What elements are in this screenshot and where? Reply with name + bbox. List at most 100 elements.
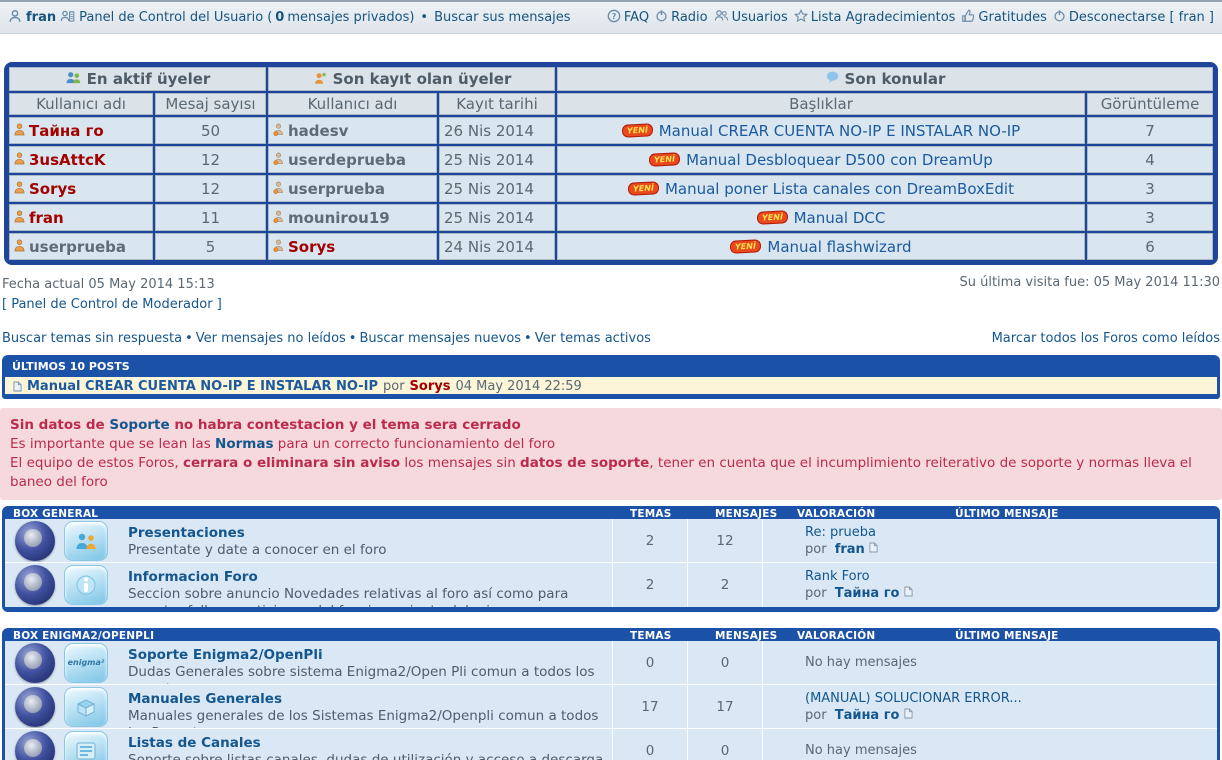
message-count: 11: [155, 204, 266, 231]
forum-status-icon: [64, 687, 108, 727]
search-unanswered-link[interactable]: Buscar temas sin respuesta: [2, 331, 182, 346]
forum-orb-icon: [15, 521, 55, 561]
goto-last-post-icon[interactable]: [869, 541, 878, 558]
col-label-valoracion: VALORACIÓN: [797, 508, 875, 519]
separator-bullet: •: [418, 10, 430, 25]
forum-status-icon: enigma²: [64, 643, 108, 683]
logout-link[interactable]: Desconectarse [ fran ]: [1053, 9, 1214, 26]
soporte-link[interactable]: Soporte: [109, 417, 169, 433]
topic-link[interactable]: Manual CREAR CUENTA NO-IP E INSTALAR NO-…: [659, 122, 1021, 140]
forum-description: Seccion sobre anuncio Novedades relativa…: [128, 586, 604, 607]
member-icon: [14, 151, 25, 169]
normas-link[interactable]: Normas: [215, 436, 273, 452]
faq-link[interactable]: ? FAQ: [607, 9, 649, 27]
forum-link[interactable]: Presentaciones: [128, 525, 245, 541]
top-navigation-bar: fran Panel de Control del Usuario (0 men…: [0, 0, 1222, 34]
new-members-group-header: Son kayıt olan üyeler: [268, 67, 555, 91]
forum-topic-count: 0: [612, 641, 687, 684]
topic-link[interactable]: Manual poner Lista canales con DreamBoxE…: [665, 180, 1014, 198]
new-username-link[interactable]: Sorys: [288, 238, 335, 256]
active-username-link[interactable]: Sorys: [29, 180, 76, 198]
goto-last-post-icon[interactable]: [904, 585, 913, 602]
new-user-cell: userdeprueba: [268, 146, 437, 173]
last-post-author-link[interactable]: Тайна го: [835, 708, 900, 723]
radio-link[interactable]: Radio: [655, 9, 708, 26]
forum-topic-count: 17: [612, 685, 687, 728]
users-icon: [714, 9, 729, 26]
topic-link[interactable]: Manual flashwizard: [767, 238, 911, 256]
latest-posts-box: ÚLTIMOS 10 POSTS Manual CREAR CUENTA NO-…: [2, 355, 1220, 399]
new-username-link[interactable]: hadesv: [288, 122, 348, 140]
active-username-link[interactable]: Тайна го: [29, 122, 104, 140]
faq-icon: ?: [607, 9, 621, 27]
message-count: 12: [155, 146, 266, 173]
gratitudes-link[interactable]: Gratitudes: [961, 9, 1046, 27]
support-rules-notice: Sin datos de Soporte no habra contestaci…: [0, 408, 1222, 500]
new-username-link[interactable]: userprueba: [288, 180, 385, 198]
active-username-link[interactable]: 3usAttcK: [29, 151, 106, 169]
topic-cell: YENİ Manual CREAR CUENTA NO-IP E INSTALAR…: [557, 117, 1085, 144]
new-badge: YENİ: [649, 152, 681, 167]
current-date-text: Fecha actual 05 May 2014 15:13: [2, 275, 222, 295]
latest-post-author-link[interactable]: Sorys: [410, 379, 451, 394]
forum-orb-icon: [15, 731, 55, 760]
forum-link[interactable]: Soporte Enigma2/OpenPli: [128, 647, 323, 663]
user-icon: [8, 9, 22, 27]
ucp-link[interactable]: Panel de Control del Usuario: [79, 10, 263, 25]
by-label: por: [383, 379, 405, 394]
topic-cell: YENİ Manual Desbloquear D500 con DreamUp: [557, 146, 1085, 173]
topic-link[interactable]: Manual Desbloquear D500 con DreamUp: [686, 151, 993, 169]
col-header-views: Görüntüleme: [1087, 93, 1213, 115]
forum-link[interactable]: Informacion Foro: [128, 569, 258, 585]
forum-last-post: Rank Foro por Тайна го: [762, 563, 1217, 607]
forum-link[interactable]: Manuales Generales: [128, 691, 282, 707]
last-post-author-link[interactable]: fran: [835, 542, 865, 557]
mark-forums-read-link[interactable]: Marcar todos los Foros como leídos: [992, 331, 1220, 346]
mcp-link[interactable]: [ Panel de Control de Moderador ]: [2, 297, 222, 312]
last-post-link[interactable]: Re: prueba: [805, 525, 876, 540]
member-icon: [14, 180, 25, 198]
search-new-link[interactable]: Buscar mensajes nuevos: [359, 331, 521, 346]
separator-bullet: •: [346, 331, 360, 346]
stats-table: En aktif üyeler Son kayıt olan üyeler So…: [4, 62, 1218, 265]
view-active-link[interactable]: Ver temas activos: [535, 331, 651, 346]
new-user-cell: Sorys: [268, 233, 437, 260]
section-header: BOX ENIGMA2/OPENPLI TEMAS MENSAJES VALOR…: [5, 628, 1217, 641]
view-unread-link[interactable]: Ver mensajes no leídos: [196, 331, 346, 346]
active-username-link[interactable]: userprueba: [29, 238, 126, 256]
active-user-cell: 3usAttcK: [9, 146, 153, 173]
goto-last-post-icon[interactable]: [904, 707, 913, 724]
active-users-icon: [65, 70, 82, 89]
comment-icon: [825, 70, 840, 88]
reg-date: 25 Nis 2014: [439, 175, 555, 202]
col-header-message-count: Mesaj sayısı: [155, 93, 266, 115]
topic-link[interactable]: Manual DCC: [794, 209, 886, 227]
members-link[interactable]: Usuarios: [714, 9, 788, 26]
latest-post-link[interactable]: Manual CREAR CUENTA NO-IP E INSTALAR NO-…: [27, 379, 378, 394]
reg-date: 25 Nis 2014: [439, 146, 555, 173]
last-post-link[interactable]: (MANUAL) SOLUCIONAR ERROR...: [805, 691, 1022, 706]
col-label-mensajes: MENSAJES: [715, 508, 777, 519]
topic-views: 6: [1087, 233, 1213, 260]
thanks-list-link[interactable]: Lista Agradecimientos: [794, 9, 956, 27]
forum-topic-count: 2: [612, 563, 687, 607]
forum-topic-count: 2: [612, 519, 687, 562]
last-post-author-link[interactable]: Тайна го: [835, 586, 900, 601]
last-post-link[interactable]: Rank Foro: [805, 569, 870, 584]
new-badge: YENİ: [621, 123, 653, 138]
active-username-link[interactable]: fran: [29, 209, 64, 227]
forum-description: Manuales generales de los Sistemas Enigm…: [128, 708, 604, 728]
new-username-link[interactable]: userdeprueba: [288, 151, 406, 169]
search-own-posts-link[interactable]: Buscar sus mensajes: [434, 10, 570, 25]
new-user-cell: hadesv: [268, 117, 437, 144]
reg-date: 24 Nis 2014: [439, 233, 555, 260]
forum-link[interactable]: Listas de Canales: [128, 735, 261, 751]
private-messages-link[interactable]: (0 mensajes privados): [267, 10, 414, 25]
notice-line-2: Es importante que se lean las Normas par…: [10, 435, 1212, 454]
no-messages-text: No hay mensajes: [805, 734, 1211, 759]
forum-description: Soporte sobre listas canales, dudas de u…: [128, 752, 604, 760]
notice-line-1: Sin datos de Soporte no habra contestaci…: [10, 416, 1212, 435]
latest-post-date: 04 May 2014 22:59: [455, 379, 581, 394]
col-label-mensajes: MENSAJES: [715, 630, 777, 641]
new-username-link[interactable]: mounirou19: [288, 209, 390, 227]
